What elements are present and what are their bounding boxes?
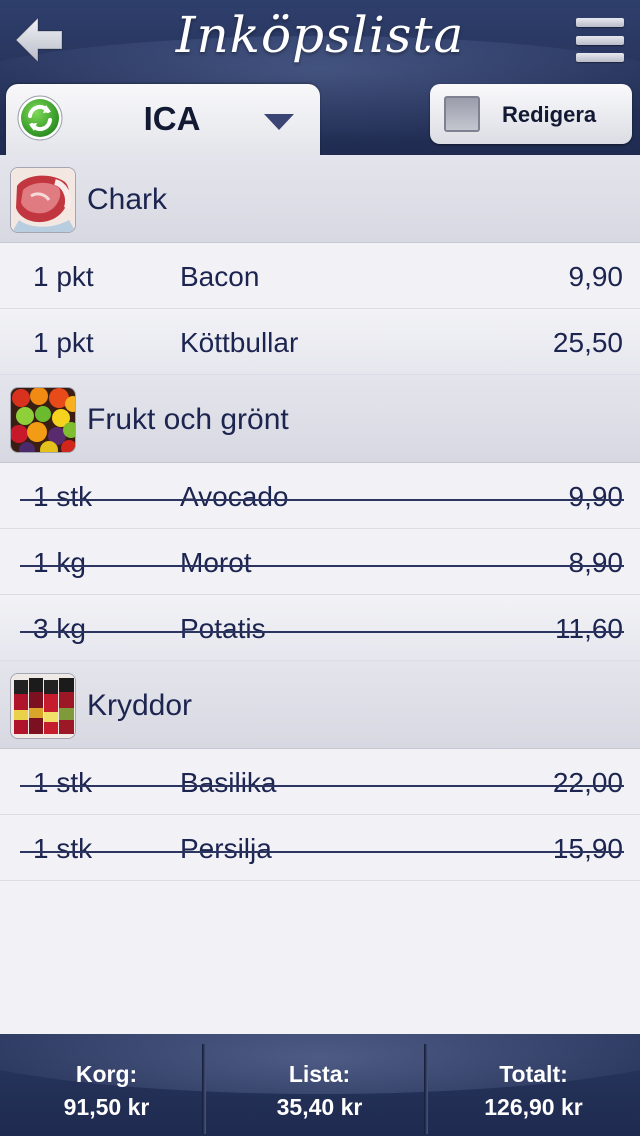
hamburger-menu-icon [576, 18, 624, 27]
item-quantity: 1 stk [33, 767, 93, 798]
list-item[interactable]: 1 pkt Bacon 9,90 [0, 243, 640, 309]
list-item[interactable]: 1 pkt Köttbullar 25,50 [0, 309, 640, 375]
page-title: Inköpslista [175, 6, 465, 64]
category-header[interactable]: Kryddor [0, 661, 640, 749]
item-price: 22,00 [552, 767, 623, 798]
item-name: Persilja [180, 833, 272, 864]
fruit-icon [10, 387, 76, 453]
strikethrough-line [20, 631, 624, 633]
totals-bar: Korg: 91,50 kr Lista: 35,40 kr Totalt: 1… [0, 1034, 640, 1136]
list-item[interactable]: 1 stk Basilika 22,00 [0, 749, 640, 815]
item-quantity: 3 kg [33, 613, 86, 644]
item-price: 25,50 [552, 327, 623, 358]
store-name: ICA [143, 100, 201, 137]
item-quantity: 1 kg [33, 547, 86, 578]
list-item[interactable]: 1 stk Persilja 15,90 [0, 815, 640, 881]
category-name: Frukt och grönt [87, 403, 289, 436]
grand-total: Totalt: 126,90 kr [427, 1034, 640, 1136]
item-name: Morot [180, 547, 252, 578]
refresh-icon[interactable] [16, 94, 64, 142]
edit-button[interactable]: Redigera [430, 84, 632, 144]
item-price: 11,60 [555, 613, 623, 644]
meat-icon [10, 167, 76, 233]
list-item[interactable]: 1 stk Avocado 9,90 [0, 463, 640, 529]
item-name: Potatis [180, 613, 266, 644]
item-quantity: 1 stk [33, 481, 93, 512]
total-value: 126,90 kr [484, 1094, 583, 1120]
list-label: Lista: [288, 1061, 351, 1087]
category-name: Kryddor [87, 689, 193, 722]
strikethrough-line [20, 565, 624, 567]
item-price: 15,90 [552, 833, 623, 864]
basket-value: 91,50 kr [63, 1094, 150, 1120]
total-label: Totalt: [499, 1061, 568, 1087]
store-selector[interactable]: ICA [6, 84, 320, 155]
list-total: Lista: 35,40 kr [213, 1034, 426, 1136]
item-name: Bacon [180, 261, 260, 292]
strikethrough-line [20, 785, 624, 787]
edit-label: Redigera [502, 102, 597, 127]
item-name: Köttbullar [180, 327, 299, 358]
triangle-down-icon[interactable] [262, 112, 296, 132]
strikethrough-line [20, 851, 624, 853]
spices-icon [10, 673, 76, 739]
item-price: 9,90 [568, 261, 624, 292]
category-name: Chark [87, 183, 168, 216]
item-name: Avocado [180, 481, 289, 512]
item-price: 8,90 [568, 547, 624, 578]
list-item[interactable]: 1 kg Morot 8,90 [0, 529, 640, 595]
basket-total: Korg: 91,50 kr [0, 1034, 213, 1136]
item-quantity: 1 pkt [33, 261, 94, 292]
basket-label: Korg: [75, 1061, 138, 1087]
item-price: 9,90 [568, 481, 624, 512]
category-header[interactable]: Chark [0, 155, 640, 243]
edit-checkbox[interactable] [444, 96, 480, 132]
menu-button[interactable] [576, 18, 624, 62]
category-header[interactable]: Frukt och grönt [0, 375, 640, 463]
list-item[interactable]: 3 kg Potatis 11,60 [0, 595, 640, 661]
item-name: Basilika [180, 767, 277, 798]
list-value: 35,40 kr [276, 1094, 363, 1120]
strikethrough-line [20, 499, 624, 501]
divider [202, 1044, 206, 1134]
item-quantity: 1 pkt [33, 327, 94, 358]
shopping-list: Chark 1 pkt Bacon 9,90 1 pkt Köttbullar … [0, 155, 640, 881]
item-quantity: 1 stk [33, 833, 93, 864]
nav-header: Inköpslista ICA Redigera [0, 0, 640, 155]
